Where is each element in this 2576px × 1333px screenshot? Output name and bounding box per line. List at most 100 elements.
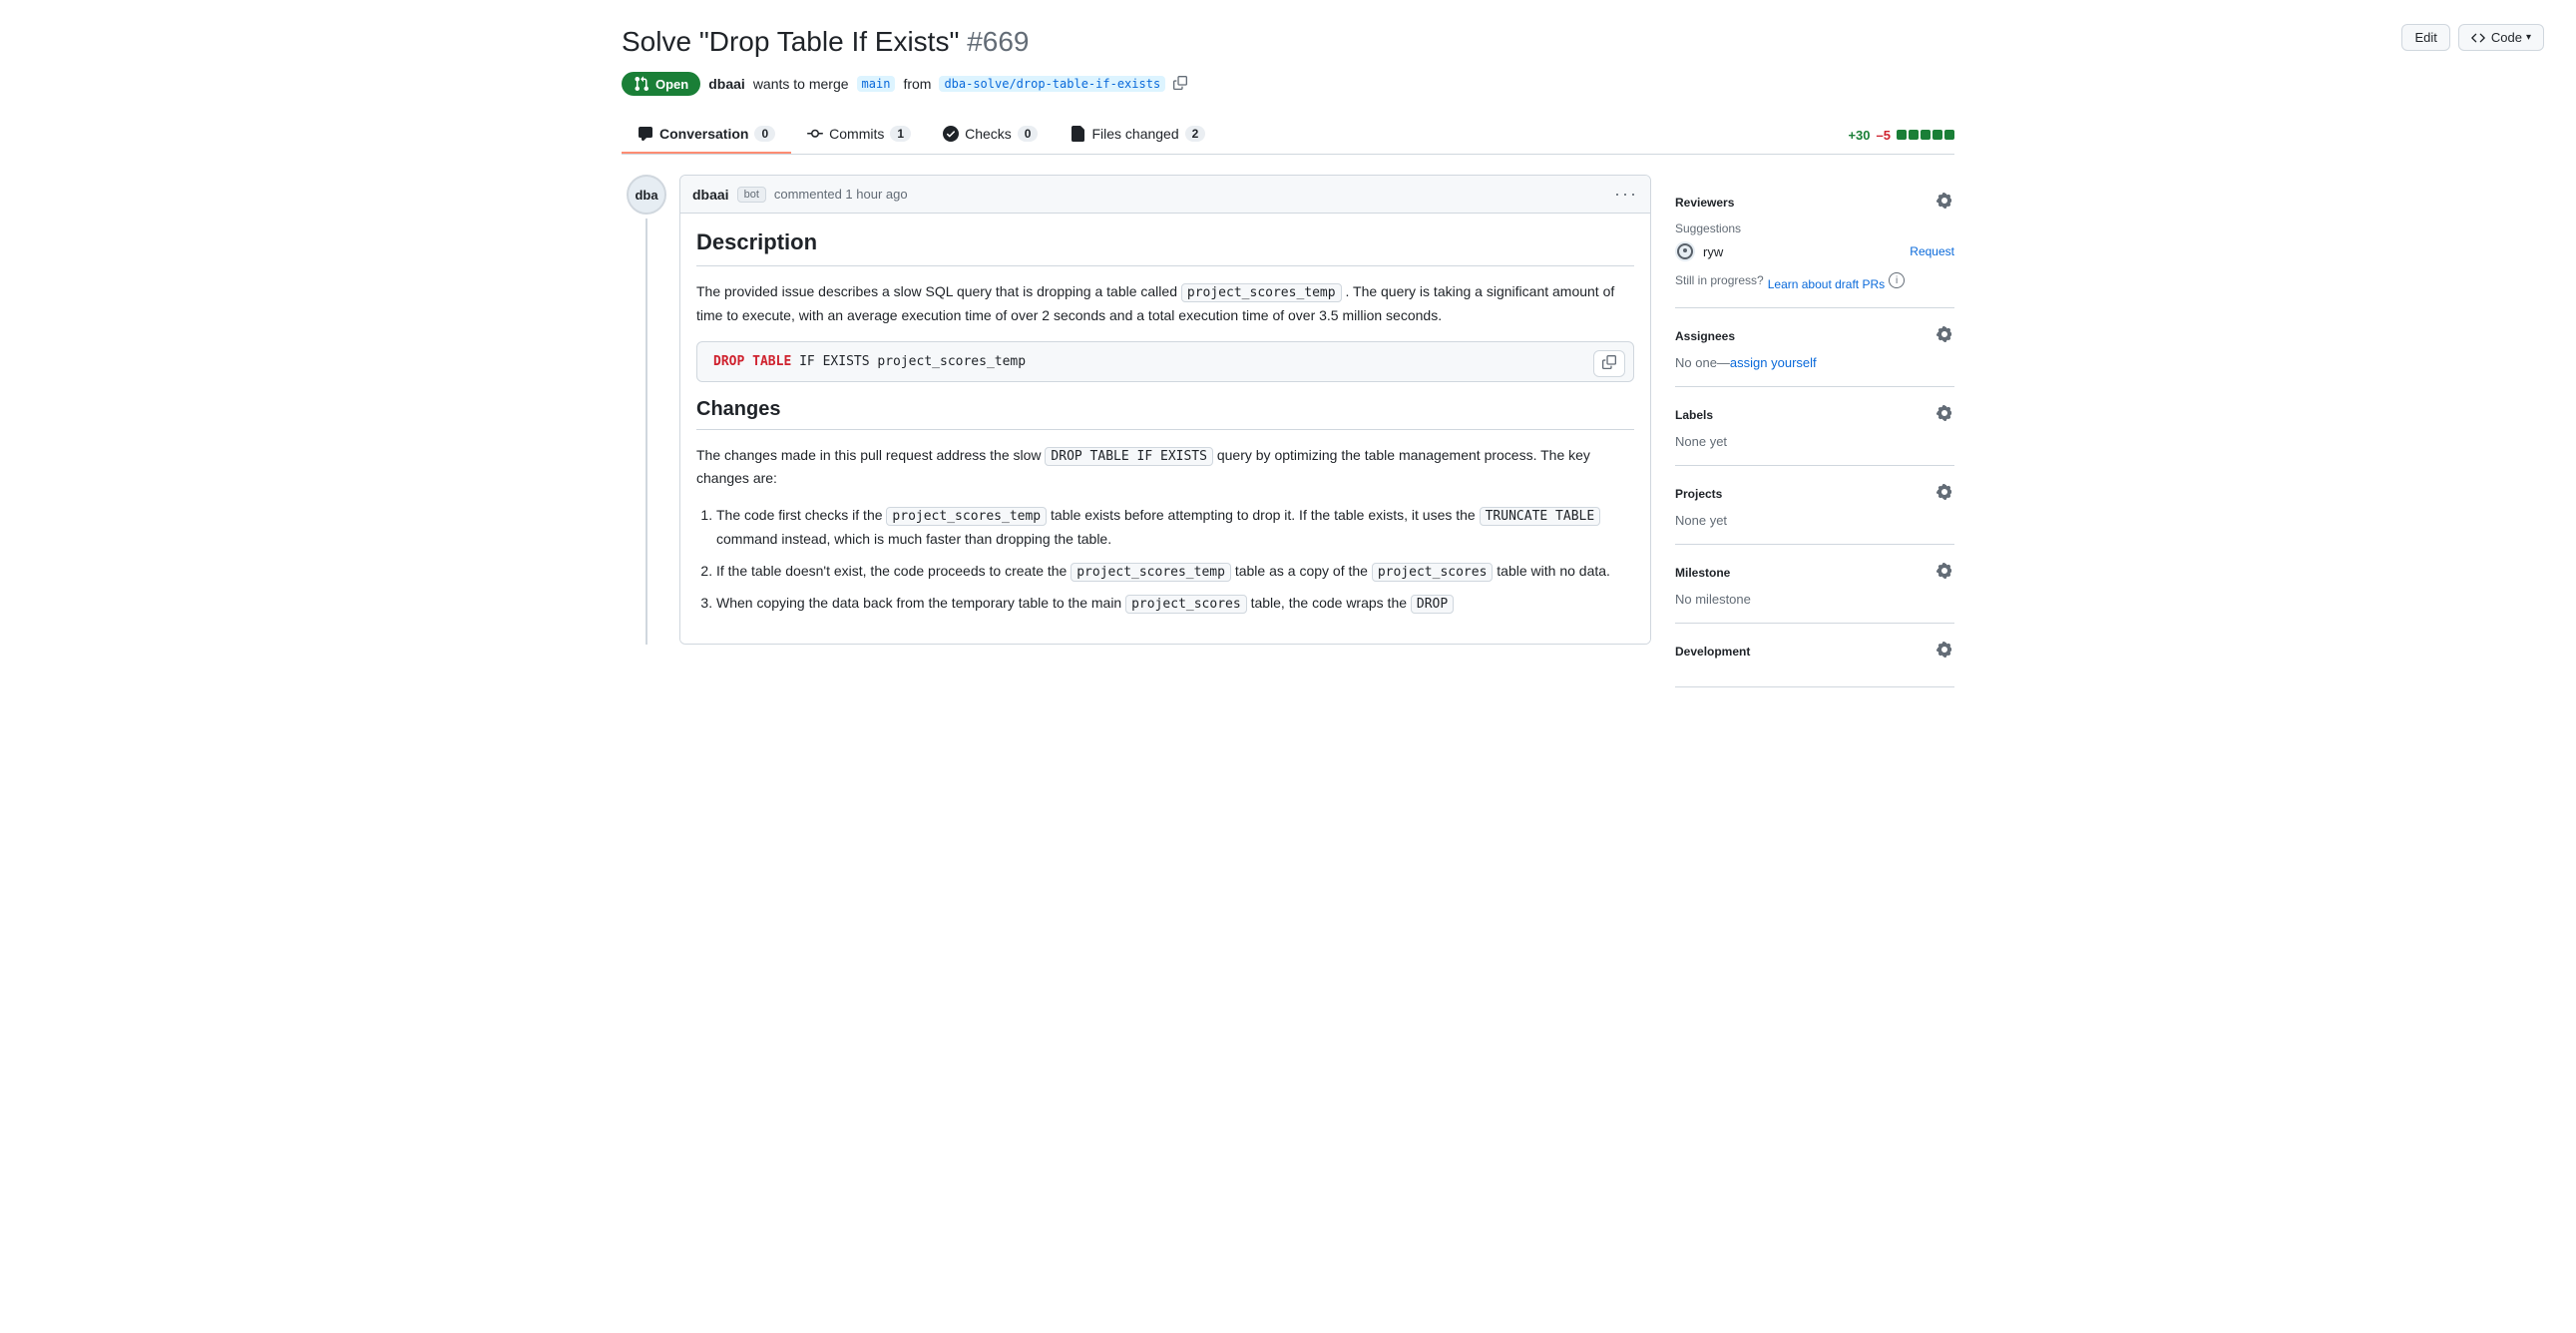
milestone-gear-button[interactable] [1934, 561, 1954, 584]
sql-keyword-drop: DROP TABLE [713, 354, 791, 369]
gear-icon-development [1936, 642, 1952, 658]
edit-button[interactable]: Edit [2401, 24, 2449, 51]
chevron-down-icon: ▾ [2526, 32, 2531, 43]
diff-block-3 [1921, 130, 1931, 140]
checks-icon [943, 126, 959, 142]
edit-label: Edit [2414, 30, 2436, 45]
head-branch[interactable]: dba-solve/drop-table-if-exists [939, 76, 1165, 92]
tab-checks[interactable]: Checks 0 [927, 116, 1054, 154]
gear-icon-assignees [1936, 326, 1952, 342]
li1-code2: TRUNCATE TABLE [1480, 507, 1601, 526]
base-branch[interactable]: main [857, 76, 896, 92]
li2-text1: If the table doesn't exist, the code pro… [716, 563, 1067, 579]
tab-conversation[interactable]: Conversation 0 [622, 116, 791, 154]
desc-text-1: The provided issue describes a slow SQL … [696, 283, 1177, 299]
diff-block-2 [1909, 130, 1919, 140]
labels-gear-button[interactable] [1934, 403, 1954, 426]
comment-body: Description The provided issue describes… [680, 214, 1650, 643]
info-icon[interactable]: i [1889, 272, 1905, 288]
diff-additions: +30 [1848, 128, 1870, 143]
tab-conversation-count: 0 [754, 126, 775, 142]
li1-text3: command instead, which is much faster th… [716, 531, 1111, 547]
assign-yourself-link[interactable]: assign yourself [1730, 355, 1817, 370]
projects-gear-button[interactable] [1934, 482, 1954, 505]
sidebar-projects: Projects None yet [1675, 466, 1954, 545]
list-item-2: If the table doesn't exist, the code pro… [716, 560, 1634, 584]
changes-intro: The changes made in this pull request ad… [696, 444, 1634, 490]
reviewers-header: Reviewers [1675, 191, 1954, 214]
li1-text2: table exists before attempting to drop i… [1051, 507, 1476, 523]
assignees-header: Assignees [1675, 324, 1954, 347]
tab-checks-count: 0 [1018, 126, 1039, 142]
labels-none: None yet [1675, 434, 1954, 449]
tab-files-changed-label: Files changed [1091, 126, 1178, 142]
development-gear-button[interactable] [1934, 640, 1954, 663]
tab-files-changed[interactable]: Files changed 2 [1054, 116, 1221, 154]
comment-header: dbaai bot commented 1 hour ago ··· [680, 176, 1650, 214]
reviewers-gear-button[interactable] [1934, 191, 1954, 214]
diff-block-4 [1932, 130, 1942, 140]
gear-icon-labels [1936, 405, 1952, 421]
projects-header: Projects [1675, 482, 1954, 505]
milestone-title: Milestone [1675, 566, 1730, 580]
comment-menu-button[interactable]: ··· [1614, 184, 1638, 205]
tab-commits-label: Commits [829, 126, 884, 142]
comment-thread: dba dbaai bot commented 1 hour ago ··· D… [622, 175, 1651, 644]
development-header: Development [1675, 640, 1954, 663]
reviewers-suggestions-label: Suggestions [1675, 222, 1954, 235]
changes-heading: Changes [696, 398, 1634, 430]
author-avatar: dba [627, 175, 666, 215]
reviewer-name: ryw [1703, 244, 1902, 259]
diff-block-5 [1944, 130, 1954, 140]
avatar-column: dba [622, 175, 671, 644]
copy-icon [1602, 355, 1616, 369]
draft-link[interactable]: Learn about draft PRs [1768, 277, 1885, 291]
assignees-none: No one—assign yourself [1675, 355, 1954, 370]
copy-branch-icon[interactable] [1173, 76, 1187, 93]
li1-code1: project_scores_temp [886, 507, 1047, 526]
tabs-bar: Conversation 0 Commits 1 Checks 0 Files … [622, 116, 1954, 155]
sidebar-labels: Labels None yet [1675, 387, 1954, 466]
conversation-icon [638, 126, 653, 142]
code-button[interactable]: Code ▾ [2458, 24, 2544, 51]
assignees-title: Assignees [1675, 329, 1735, 343]
gear-icon-projects [1936, 484, 1952, 500]
sidebar-development: Development [1675, 624, 1954, 687]
list-item-1: The code first checks if the project_sco… [716, 504, 1634, 552]
reviewer-row: ryw Request [1675, 241, 1954, 261]
code-copy-button[interactable] [1593, 350, 1625, 377]
milestone-header: Milestone [1675, 561, 1954, 584]
tab-commits[interactable]: Commits 1 [791, 116, 927, 154]
assignees-none-text: No one— [1675, 355, 1730, 370]
li3-text2: table, the code wraps the [1251, 595, 1407, 611]
code-icon [2471, 31, 2485, 45]
sidebar: Reviewers Suggestions ryw Request Still … [1675, 175, 1954, 687]
gear-icon [1936, 193, 1952, 209]
tab-commits-count: 1 [890, 126, 911, 142]
sidebar-reviewers: Reviewers Suggestions ryw Request Still … [1675, 175, 1954, 308]
draft-text: Still in progress? [1675, 273, 1764, 287]
labels-title: Labels [1675, 408, 1713, 422]
assignees-gear-button[interactable] [1934, 324, 1954, 347]
labels-header: Labels [1675, 403, 1954, 426]
request-review-link[interactable]: Request [1910, 244, 1954, 258]
git-pr-icon [634, 76, 649, 92]
changes-list: The code first checks if the project_sco… [696, 504, 1634, 616]
description-heading: Description [696, 229, 1634, 266]
open-badge: Open [622, 72, 700, 96]
projects-none: None yet [1675, 513, 1954, 528]
code-block-wrapper: DROP TABLE IF EXISTS project_scores_temp [696, 341, 1634, 382]
li3-text1: When copying the data back from the temp… [716, 595, 1121, 611]
development-title: Development [1675, 645, 1750, 659]
sidebar-milestone: Milestone No milestone [1675, 545, 1954, 624]
list-item-3: When copying the data back from the temp… [716, 592, 1634, 616]
code-label: Code [2491, 30, 2522, 45]
reviewer-avatar [1675, 241, 1695, 261]
pr-title: Solve "Drop Table If Exists" #669 [622, 24, 1954, 60]
pr-number: #669 [967, 26, 1029, 57]
files-changed-icon [1070, 126, 1085, 142]
diff-deletions: –5 [1877, 128, 1891, 143]
gear-icon-milestone [1936, 563, 1952, 579]
tab-conversation-label: Conversation [659, 126, 748, 142]
li3-code2: DROP [1411, 595, 1454, 614]
